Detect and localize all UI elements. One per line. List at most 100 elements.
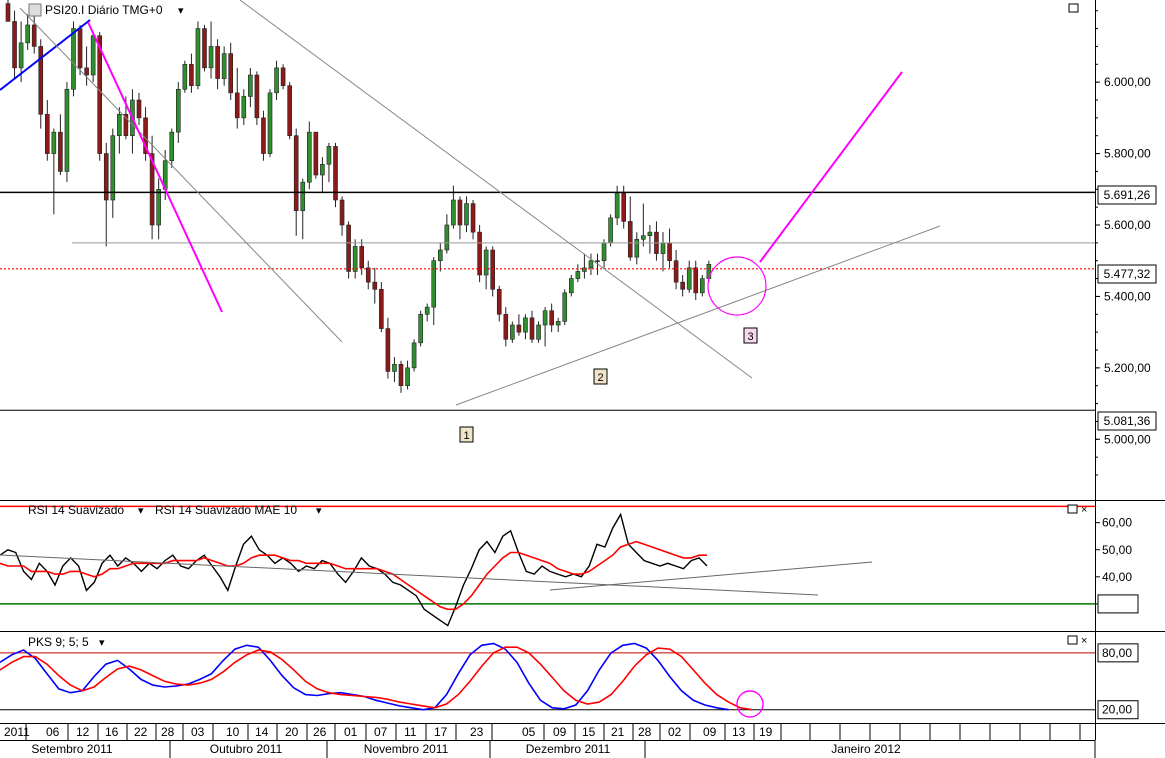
- candle-body: [693, 267, 699, 294]
- x-day-label: 28: [638, 725, 652, 739]
- candle-body: [254, 74, 260, 119]
- candle-body: [510, 324, 515, 340]
- x-day-label: 11: [404, 725, 417, 739]
- candle-body: [202, 28, 207, 69]
- y-tick-label: 5.600,00: [1104, 218, 1151, 232]
- wave-label-text: 3: [747, 331, 753, 343]
- candle-body: [647, 231, 653, 237]
- candle-body: [379, 288, 384, 329]
- x-day-label: 12: [76, 725, 90, 739]
- candle-body: [451, 199, 456, 226]
- wave-label-2: 2: [593, 368, 608, 385]
- y-tick-label: 5.200,00: [1104, 361, 1151, 375]
- candle-body: [686, 267, 692, 290]
- candle-body: [444, 224, 450, 251]
- x-day-label: 17: [434, 725, 448, 739]
- candle-body: [215, 46, 220, 79]
- candle-body: [699, 278, 705, 294]
- chart-root: 6.000,00 5.800,00 5.600,00 5.400,00 5.200,00…: [0, 0, 1165, 758]
- candle-body: [411, 342, 417, 369]
- candle-body: [529, 317, 535, 340]
- x-day-label: 21: [611, 725, 625, 739]
- maximize-icon[interactable]: [1067, 504, 1078, 514]
- y-tick-label: 5.400,00: [1104, 289, 1151, 303]
- candle-body: [365, 267, 371, 283]
- rsi-level-box: [1097, 594, 1139, 614]
- x-day-label: 01: [344, 725, 358, 739]
- candle-body: [398, 363, 404, 387]
- pks-label: PKS 9; 5; 5: [28, 635, 89, 649]
- candle-body: [418, 313, 423, 344]
- candle-body: [385, 328, 391, 372]
- candle-body: [575, 271, 581, 279]
- candle-body: [136, 99, 142, 119]
- candle-body: [77, 28, 83, 69]
- x-day-label: 09: [703, 725, 717, 739]
- maximize-icon[interactable]: [1068, 3, 1079, 13]
- candle-body: [634, 238, 640, 258]
- candle-body: [241, 96, 247, 119]
- candle-body: [84, 67, 89, 76]
- x-day-label: 10: [226, 725, 240, 739]
- candle-body: [31, 24, 37, 47]
- price-panel[interactable]: [0, 0, 1095, 500]
- wave-label-3: 3: [743, 327, 758, 344]
- candle-body: [562, 292, 568, 322]
- candle-body: [641, 235, 646, 240]
- price-label-5691: 5.691,26: [1097, 185, 1157, 205]
- chevron-down-icon[interactable]: ▾: [138, 505, 144, 517]
- x-day-label: 19: [759, 725, 773, 739]
- symbol-menu-icon[interactable]: [28, 3, 42, 17]
- rsi-header[interactable]: RSI 14 Suavizado ▾ RSI 14 Suavizado MAE …: [28, 503, 322, 517]
- candle-body: [90, 35, 96, 76]
- x-day-label: 07: [374, 725, 388, 739]
- candle-body: [228, 53, 233, 94]
- candle-body: [58, 131, 63, 172]
- rsi-y-tick-label: 40,00: [1102, 570, 1132, 584]
- x-day-label: 20: [285, 725, 299, 739]
- x-axis: 2011 06 12 16 22 28 03 10 14 20 26 01 07 11 17 23 05 09 15…: [0, 724, 1096, 758]
- chevron-down-icon[interactable]: ▾: [316, 505, 322, 517]
- candle-body: [234, 92, 240, 119]
- symbol-header[interactable]: PSI20.I Diário TMG+0 ▾: [28, 3, 184, 17]
- rsi-label: RSI 14 Suavizado: [28, 503, 124, 517]
- candle-body: [667, 242, 672, 262]
- candle-body: [464, 203, 469, 226]
- chevron-down-icon[interactable]: ▾: [178, 5, 184, 17]
- price-box-text: 5.477,32: [1104, 267, 1151, 281]
- candle-body: [627, 221, 633, 258]
- x-day-label: 26: [313, 725, 327, 739]
- x-month-label: Outubro 2011: [210, 742, 283, 756]
- x-day-label: 22: [134, 725, 148, 739]
- candle-body: [248, 74, 253, 97]
- candle-body: [182, 63, 188, 90]
- x-day-label: 05: [522, 725, 536, 739]
- candle-body: [51, 131, 57, 154]
- candle-body: [195, 28, 201, 87]
- chevron-down-icon[interactable]: ▾: [99, 637, 105, 649]
- candle-body: [156, 188, 161, 226]
- candle-body: [71, 28, 76, 90]
- rsi-panel[interactable]: [0, 501, 1095, 631]
- close-icon[interactable]: ×: [1081, 635, 1087, 647]
- price-label-5081: 5.081,36: [1097, 411, 1157, 431]
- x-month-label: Novembro 2011: [364, 742, 449, 756]
- close-icon[interactable]: ×: [1081, 504, 1087, 516]
- x-day-label: 09: [553, 725, 567, 739]
- candle-body: [5, 3, 11, 22]
- candle-body: [287, 85, 292, 137]
- maximize-icon[interactable]: [1067, 635, 1078, 645]
- candle-body: [97, 35, 102, 154]
- candle-body: [555, 321, 561, 326]
- candle-body: [437, 249, 443, 262]
- candle-body: [516, 324, 522, 333]
- wave-label-1: 1: [459, 426, 474, 443]
- candle-body: [588, 260, 594, 269]
- candle-body: [169, 131, 175, 162]
- candle-body: [313, 131, 319, 176]
- candle-body: [346, 224, 351, 272]
- candle-body: [320, 163, 325, 176]
- candle-body: [359, 246, 365, 269]
- rsi-y-tick-label: 60,00: [1102, 516, 1132, 530]
- x-day-label: 28: [161, 725, 175, 739]
